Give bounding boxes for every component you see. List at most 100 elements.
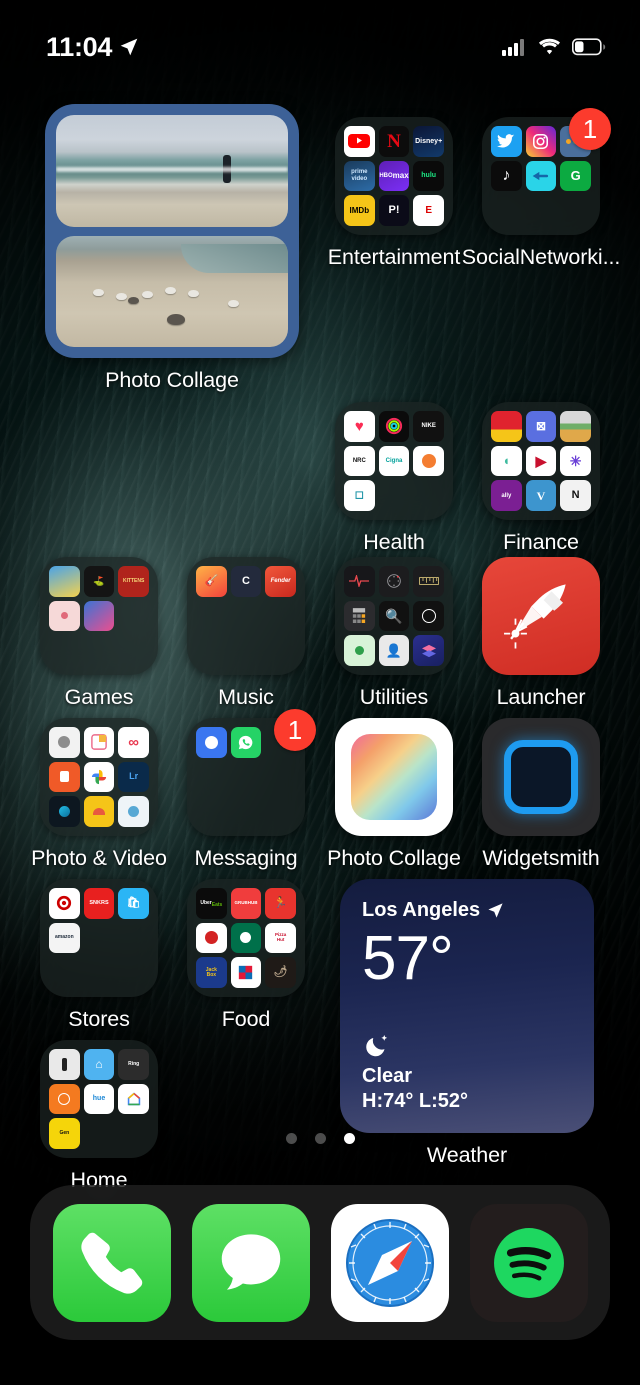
mini-icon-wells-fargo [491, 411, 522, 442]
folder-photo-video-tile[interactable]: ∞ Lr [40, 718, 158, 836]
folder-games-tile[interactable]: ⛳ KITTENS [40, 557, 158, 675]
page-dot-2[interactable] [314, 1133, 326, 1144]
mini-icon-jack-in-the-box: Jack Box [196, 957, 227, 988]
folder-music[interactable]: 🎸 C Fender Music [172, 557, 320, 710]
folder-stores-preview[interactable]: SNKRS 🛍 amazon [40, 879, 158, 997]
mini-icon-postmates: 🏃 [265, 888, 296, 919]
folder-socialnetworking-tile[interactable]: ♪ G 1 [482, 108, 611, 235]
message-bubble-icon [212, 1224, 290, 1302]
status-bar: 11:04 [0, 0, 640, 72]
grid-row-3: ⛳ KITTENS Games 🎸 C Fender Music 🔍 👤 Uti… [0, 557, 640, 718]
location-arrow-icon [119, 37, 139, 57]
folder-utilities-preview[interactable]: 🔍 👤 [335, 557, 453, 675]
status-bar-left: 11:04 [46, 32, 139, 63]
app-photo-collage-icon[interactable] [335, 718, 453, 836]
folder-finance[interactable]: ⊠ ◖ ▶ ✳ ally V N Finance [467, 402, 615, 555]
folder-stores-tile[interactable]: SNKRS 🛍 amazon [40, 879, 158, 997]
mini-icon-glassdoor: G [560, 160, 591, 192]
app-photo-collage-tile[interactable] [335, 718, 453, 836]
mini-icon-google-photos [83, 761, 115, 793]
folder-socialnetworking[interactable]: ♪ G 1 SocialNetworki... [462, 108, 620, 270]
folder-home[interactable]: ⌂ Ring hue Gen Home [25, 1040, 173, 1193]
dock-app-phone[interactable] [52, 1203, 171, 1322]
mini-icon-exploding-kittens: KITTENS [118, 566, 149, 597]
folder-food[interactable]: Uber Eats GRUBHUB 🏃 Pizza Hut Jack Box 🌶… [172, 879, 320, 1032]
app-widgetsmith-icon[interactable] [482, 718, 600, 836]
app-widgetsmith-tile[interactable] [482, 718, 600, 836]
mini-icon-chipotle: 🌶 [265, 957, 296, 988]
folder-finance-preview[interactable]: ⊠ ◖ ▶ ✳ ally V N [482, 402, 600, 520]
mini-icon-target [49, 888, 80, 919]
mini-icon-measure [413, 566, 444, 597]
folder-games-label: Games [64, 685, 134, 709]
app-launcher-icon[interactable] [482, 557, 600, 675]
photo-collage-widget-body[interactable] [45, 104, 299, 358]
mini-icon-halide [118, 796, 149, 827]
folder-messaging-tile[interactable]: 1 [187, 709, 316, 836]
folder-stores[interactable]: SNKRS 🛍 amazon Stores [25, 879, 173, 1032]
mini-icon-camera [49, 727, 80, 758]
page-indicator[interactable] [0, 1133, 640, 1144]
mini-icon-empty [49, 635, 80, 666]
mini-icon-hbo-max: HBO max [378, 160, 410, 192]
folder-utilities-tile[interactable]: 🔍 👤 [335, 557, 453, 675]
folder-utilities[interactable]: 🔍 👤 Utilities [320, 557, 468, 710]
mini-icon-empty [231, 601, 262, 632]
app-launcher[interactable]: Launcher [467, 557, 615, 710]
mini-icon-venmo: V [525, 480, 557, 511]
mini-icon-google-home [118, 1083, 149, 1115]
folder-photo-video[interactable]: ∞ Lr Photo & Video [25, 718, 173, 871]
location-arrow-icon [487, 902, 504, 919]
dock-app-safari[interactable] [330, 1203, 449, 1322]
mini-icon-pluto-tv: P! [378, 195, 410, 226]
photo-collage-widget-label: Photo Collage [105, 368, 239, 392]
mini-icon-health: ♥ [344, 411, 375, 442]
folder-entertainment-preview[interactable]: N Disney+ prime video HBO max hulu IMDb P!… [335, 117, 453, 235]
mini-icon-shortcuts [413, 635, 444, 666]
mini-icon-empty [265, 635, 296, 666]
folder-health[interactable]: ♥ NIKE NRC Cigna ◻ Health [320, 402, 468, 555]
folder-finance-tile[interactable]: ⊠ ◖ ▶ ✳ ally V N [482, 402, 600, 520]
weather-temperature: 57° [362, 924, 454, 993]
folder-food-tile[interactable]: Uber Eats GRUBHUB 🏃 Pizza Hut Jack Box 🌶 [187, 879, 305, 997]
mini-icon-disneyplus: Disney+ [413, 126, 444, 157]
folder-games[interactable]: ⛳ KITTENS Games [25, 557, 173, 710]
page-dot-1[interactable] [285, 1133, 297, 1144]
photo-collage-widget[interactable]: Photo Collage [45, 104, 299, 393]
dock-app-messages[interactable] [191, 1203, 310, 1322]
app-launcher-tile[interactable] [482, 557, 600, 675]
folder-messaging-badge: 1 [274, 709, 316, 751]
folder-food-preview[interactable]: Uber Eats GRUBHUB 🏃 Pizza Hut Jack Box 🌶 [187, 879, 305, 997]
folder-health-tile[interactable]: ♥ NIKE NRC Cigna ◻ [335, 402, 453, 520]
folder-stores-label: Stores [68, 1007, 130, 1031]
mini-icon-ultimate-guitar: 🎸 [196, 566, 227, 597]
photo-collage-widget-tile[interactable] [45, 104, 299, 358]
dock-app-spotify[interactable] [469, 1203, 588, 1322]
page-dot-3[interactable] [343, 1133, 355, 1144]
grid-row-4: ∞ Lr Photo & Video 1 Messaging Photo Col… [0, 709, 640, 879]
grid-row-2: ♥ NIKE NRC Cigna ◻ Health ⊠ ◖ ▶ ✳ ally V… [0, 402, 640, 557]
mini-icon-empty [491, 195, 522, 226]
folder-messaging[interactable]: 1 Messaging [172, 709, 320, 871]
mini-icon-empty [84, 923, 115, 954]
dock [30, 1185, 610, 1340]
mini-icon-fitness [378, 411, 410, 442]
mini-icon-empty [118, 957, 149, 988]
mini-icon-empty [265, 796, 296, 827]
folder-socialnetworking-label: SocialNetworki... [461, 245, 621, 269]
folder-health-preview[interactable]: ♥ NIKE NRC Cigna ◻ [335, 402, 453, 520]
app-photo-collage[interactable]: Photo Collage [320, 718, 468, 871]
folder-entertainment[interactable]: N Disney+ prime video HBO max hulu IMDb P!… [320, 117, 468, 270]
mini-icon-empty [231, 762, 262, 793]
folder-games-preview[interactable]: ⛳ KITTENS [40, 557, 158, 675]
app-widgetsmith[interactable]: Widgetsmith [467, 718, 615, 871]
mini-icon-hulu: hulu [413, 160, 444, 192]
folder-music-tile[interactable]: 🎸 C Fender [187, 557, 305, 675]
folder-music-preview[interactable]: 🎸 C Fender [187, 557, 305, 675]
folder-photo-video-preview[interactable]: ∞ Lr [40, 718, 158, 836]
folder-entertainment-tile[interactable]: N Disney+ prime video HBO max hulu IMDb P!… [335, 117, 453, 235]
folder-messaging-label: Messaging [194, 846, 298, 870]
mini-icon-hue: hue [83, 1083, 115, 1115]
mini-icon-empty [196, 601, 227, 632]
mini-icon-voice-memos [344, 566, 375, 597]
